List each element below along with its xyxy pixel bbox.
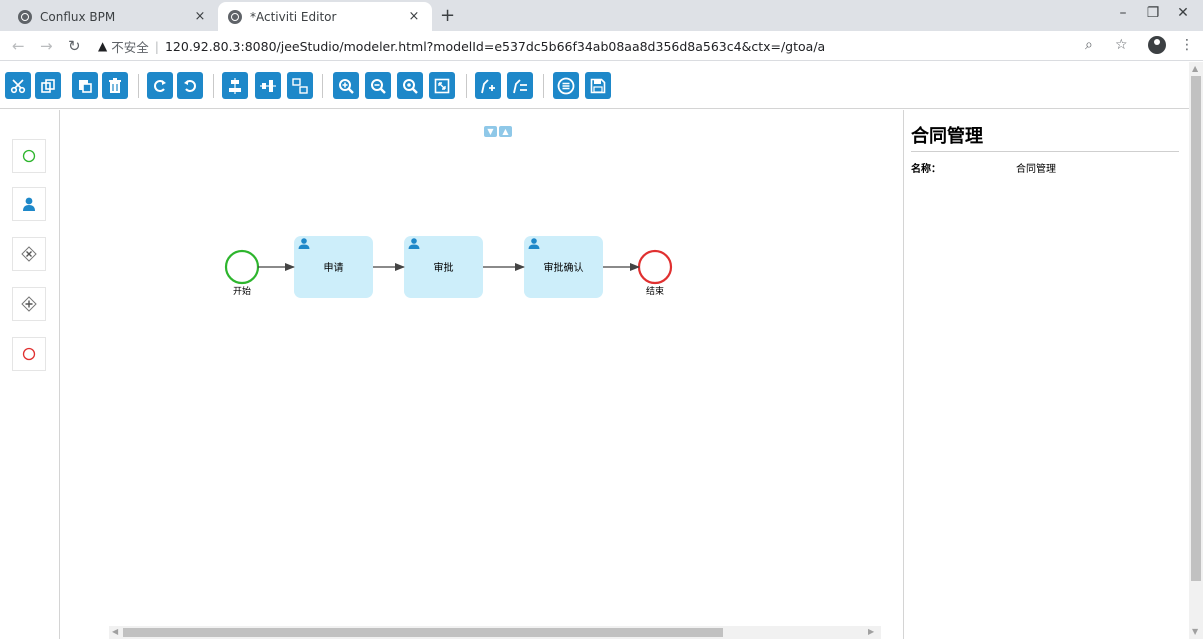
security-label: 不安全 [111,39,149,55]
scroll-down-icon[interactable]: ▼ [1192,627,1198,636]
close-window-icon[interactable]: ✕ [1171,5,1195,21]
scrollbar-thumb[interactable] [123,628,723,637]
browser-tab-conflux[interactable]: Conflux BPM × [8,2,218,31]
globe-icon [18,9,32,24]
scrollbar-thumb[interactable] [1191,76,1201,581]
property-panel: 合同管理 名称： 合同管理 [903,110,1189,639]
restore-window-icon[interactable]: ❐ [1141,5,1165,21]
address-bar: ← → ↻ ▲ 不安全 | 120.92.80.3:8080/jeeStudio… [0,31,1203,61]
close-tab-icon[interactable]: × [406,9,422,24]
align-horizontal-icon[interactable] [255,72,281,99]
property-name-label: 名称： [911,164,941,175]
bookmark-star-icon[interactable]: ☆ [1115,37,1128,53]
parallel-gateway-icon[interactable] [12,287,46,321]
delete-icon[interactable] [102,72,128,99]
back-arrow-icon[interactable]: ← [12,37,25,55]
end-event-label: 结束 [646,285,664,297]
save-icon[interactable] [585,72,611,99]
diagram-canvas[interactable]: ▼ ▲ 开始 结束 申请 审批 审批确认 ◀ ▶ [61,110,903,639]
url-text: 120.92.80.3:8080/jeeStudio/modeler.html?… [164,38,826,54]
undo-icon[interactable] [177,72,203,99]
scroll-right-icon[interactable]: ▶ [868,627,874,636]
zoom-magnifier-icon[interactable]: ⌕ [1085,37,1093,53]
cut-icon[interactable] [5,72,31,99]
shape-palette [0,110,60,639]
add-bendpoint-icon[interactable] [475,72,501,99]
same-size-icon[interactable] [287,72,313,99]
task-label: 审批 [434,261,454,274]
zoom-actual-icon[interactable] [397,72,423,99]
toolbar-divider [138,74,139,98]
zoom-in-icon[interactable] [333,72,359,99]
toolbar-divider [213,74,214,98]
tab-title: *Activiti Editor [250,9,337,24]
toolbar-divider [543,74,544,98]
browser-tab-strip: Conflux BPM × *Activiti Editor × + – ❐ ✕ [0,0,1203,31]
close-tab-icon[interactable]: × [192,9,208,24]
divider: | [154,38,159,54]
remove-bendpoint-icon[interactable] [507,72,533,99]
forward-arrow-icon[interactable]: → [40,37,53,55]
align-vertical-icon[interactable] [222,72,248,99]
task-label: 审批确认 [544,261,584,274]
start-event-label: 开始 [233,285,251,297]
panel-title: 合同管理 [911,126,983,147]
end-event-icon[interactable] [12,337,46,371]
divider [911,151,1179,152]
start-event[interactable] [224,249,260,285]
validate-icon[interactable] [553,72,579,99]
warning-icon: ▲ [98,39,108,53]
url-field[interactable]: ▲ 不安全 | 120.92.80.3:8080/jeeStudio/model… [98,36,825,56]
copy-icon[interactable] [35,72,61,99]
minimize-window-icon[interactable]: – [1111,5,1135,21]
scroll-up-icon[interactable]: ▲ [1192,64,1198,73]
menu-kebab-icon[interactable]: ⋮ [1180,37,1194,53]
profile-avatar-icon[interactable] [1148,36,1166,54]
horizontal-scrollbar[interactable]: ◀ ▶ [109,626,881,639]
end-event[interactable] [637,249,673,285]
process-diagram: 开始 结束 申请 审批 审批确认 [224,236,673,298]
vertical-scrollbar[interactable]: ▲ ▼ [1189,62,1203,639]
zoom-fit-icon[interactable] [429,72,455,99]
editor-toolbar [0,62,1189,109]
new-tab-button[interactable]: + [440,5,455,26]
toolbar-divider [466,74,467,98]
redo-icon[interactable] [147,72,173,99]
task-label: 申请 [324,261,344,274]
paste-icon[interactable] [72,72,98,99]
zoom-out-icon[interactable] [365,72,391,99]
toolbar-divider [322,74,323,98]
reload-icon[interactable]: ↻ [68,37,81,55]
start-event-icon[interactable] [12,139,46,173]
scroll-left-icon[interactable]: ◀ [112,627,118,636]
globe-icon [228,9,242,24]
tab-title: Conflux BPM [40,9,116,24]
property-name-value[interactable]: 合同管理 [1016,160,1056,175]
user-task-icon[interactable] [12,187,46,221]
browser-tab-activiti[interactable]: *Activiti Editor × [218,2,432,31]
exclusive-gateway-icon[interactable] [12,237,46,271]
